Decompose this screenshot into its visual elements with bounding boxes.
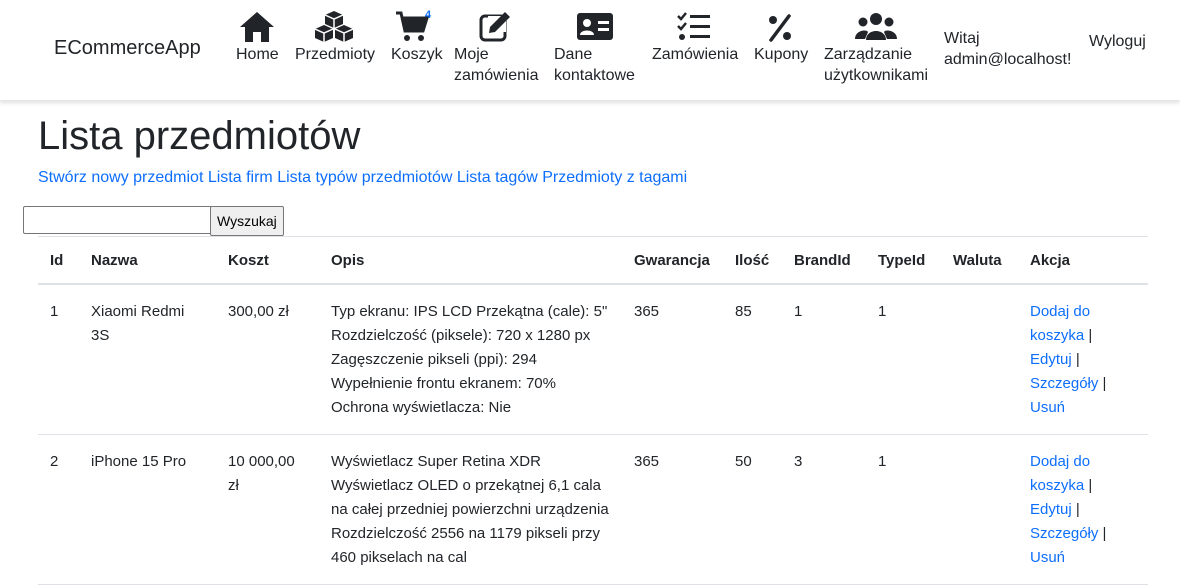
nav-przedmioty[interactable]: Przedmioty xyxy=(295,10,375,65)
table-row: 1 Xiaomi Redmi 3S 300,00 zł Typ ekranu: … xyxy=(38,284,1148,435)
cell-cost: 10 000,00 zł xyxy=(216,434,319,585)
home-icon xyxy=(240,12,274,42)
brand-link[interactable]: ECommerceApp xyxy=(54,37,201,60)
cell-desc: Wyświetlacz Super Retina XDR Wyświetlacz… xyxy=(319,434,622,585)
cell-id: 2 xyxy=(38,434,79,585)
cell-qty: 50 xyxy=(723,434,782,585)
cell-warranty: 365 xyxy=(622,284,723,435)
add-to-cart-link[interactable]: Dodaj do koszyka xyxy=(1030,303,1090,344)
nav-zarzadzanie-uzytkownikami[interactable]: Zarządzanie użytkownikami xyxy=(824,10,928,86)
nav-kupony[interactable]: Kupony xyxy=(754,10,808,65)
col-header-koszt: Koszt xyxy=(216,236,319,285)
cell-name: Xiaomi Redmi 3S xyxy=(79,284,216,435)
table-header-row: Id Nazwa Koszt Opis Gwarancja Ilość Bran… xyxy=(38,236,1148,285)
cell-brand: 1 xyxy=(782,284,866,435)
col-header-gwarancja: Gwarancja xyxy=(622,236,723,285)
search-form: Wyszukaj xyxy=(23,206,284,236)
brand-list-link[interactable]: Lista firm xyxy=(208,169,273,186)
delete-link[interactable]: Usuń xyxy=(1030,399,1065,416)
tag-list-link[interactable]: Lista tagów xyxy=(457,169,538,186)
edit-link[interactable]: Edytuj xyxy=(1030,351,1072,368)
col-header-id: Id xyxy=(38,236,79,285)
nav-koszyk[interactable]: 4 Koszyk xyxy=(391,9,443,65)
cell-currency xyxy=(941,434,1018,585)
nav-moje-zamowienia[interactable]: Moje zamówienia xyxy=(454,10,538,86)
nav-przedmioty-label: Przedmioty xyxy=(295,46,376,63)
nav-dane-kontaktowe-label: Dane kontaktowe xyxy=(554,46,635,84)
col-header-opis: Opis xyxy=(319,236,622,285)
cubes-icon xyxy=(315,11,353,42)
items-table: Id Nazwa Koszt Opis Gwarancja Ilość Bran… xyxy=(38,236,1148,585)
users-icon xyxy=(855,13,897,40)
nav-zamowienia-label: Zamówienia xyxy=(652,46,739,63)
cart-count-badge: 4 xyxy=(425,9,432,21)
col-header-brandid: BrandId xyxy=(782,236,866,285)
col-header-typeid: TypeId xyxy=(866,236,941,285)
col-header-nazwa: Nazwa xyxy=(79,236,216,285)
type-list-link[interactable]: Lista typów przedmiotów xyxy=(277,169,452,186)
col-header-waluta: Waluta xyxy=(941,236,1018,285)
cell-actions: Dodaj do koszyka | Edytuj | Szczegóły | … xyxy=(1018,434,1148,585)
action-links: Stwórz nowy przedmiot Lista firm Lista t… xyxy=(38,169,687,187)
items-with-tags-link[interactable]: Przedmioty z tagami xyxy=(542,169,687,186)
cell-qty: 85 xyxy=(723,284,782,435)
nav-zamowienia[interactable]: Zamówienia xyxy=(652,10,738,65)
percent-icon xyxy=(769,14,791,42)
nav-moje-zamowienia-label: Moje zamówienia xyxy=(454,46,539,84)
cell-warranty: 365 xyxy=(622,434,723,585)
search-input[interactable] xyxy=(23,206,212,234)
col-header-akcja: Akcja xyxy=(1018,236,1148,285)
cell-name: iPhone 15 Pro xyxy=(79,434,216,585)
delete-link[interactable]: Usuń xyxy=(1030,549,1065,566)
page-title: Lista przedmiotów xyxy=(38,114,361,158)
cell-desc: Typ ekranu: IPS LCD Przekątna (cale): 5"… xyxy=(319,284,622,435)
cell-type: 1 xyxy=(866,434,941,585)
logout-link[interactable]: Wyloguj xyxy=(1089,31,1146,52)
cell-id: 1 xyxy=(38,284,79,435)
nav-kupony-label: Kupony xyxy=(754,46,809,63)
cell-brand: 3 xyxy=(782,434,866,585)
cart-icon xyxy=(396,11,429,41)
navbar: ECommerceApp Home Przedmioty 4 Koszyk Mo… xyxy=(0,0,1180,101)
table-row: 2 iPhone 15 Pro 10 000,00 zł Wyświetlacz… xyxy=(38,434,1148,585)
edit-icon xyxy=(479,12,510,42)
cell-currency xyxy=(941,284,1018,435)
add-to-cart-link[interactable]: Dodaj do koszyka xyxy=(1030,453,1090,494)
details-link[interactable]: Szczegóły xyxy=(1030,375,1098,392)
cell-actions: Dodaj do koszyka | Edytuj | Szczegóły | … xyxy=(1018,284,1148,435)
create-item-link[interactable]: Stwórz nowy przedmiot xyxy=(38,169,203,186)
nav-zarzadzanie-label: Zarządzanie użytkownikami xyxy=(824,46,929,84)
edit-link[interactable]: Edytuj xyxy=(1030,501,1072,518)
col-header-ilosc: Ilość xyxy=(723,236,782,285)
nav-home-label: Home xyxy=(236,46,279,63)
contact-card-icon xyxy=(577,13,613,40)
greeting-text: Witaj admin@localhost! xyxy=(944,30,1072,68)
cell-type: 1 xyxy=(866,284,941,435)
cell-cost: 300,00 zł xyxy=(216,284,319,435)
nav-home[interactable]: Home xyxy=(236,10,279,65)
nav-koszyk-label: Koszyk xyxy=(391,46,443,63)
details-link[interactable]: Szczegóły xyxy=(1030,525,1098,542)
nav-dane-kontaktowe[interactable]: Dane kontaktowe xyxy=(554,10,635,86)
list-check-icon xyxy=(677,12,710,40)
search-button[interactable]: Wyszukaj xyxy=(210,206,284,236)
